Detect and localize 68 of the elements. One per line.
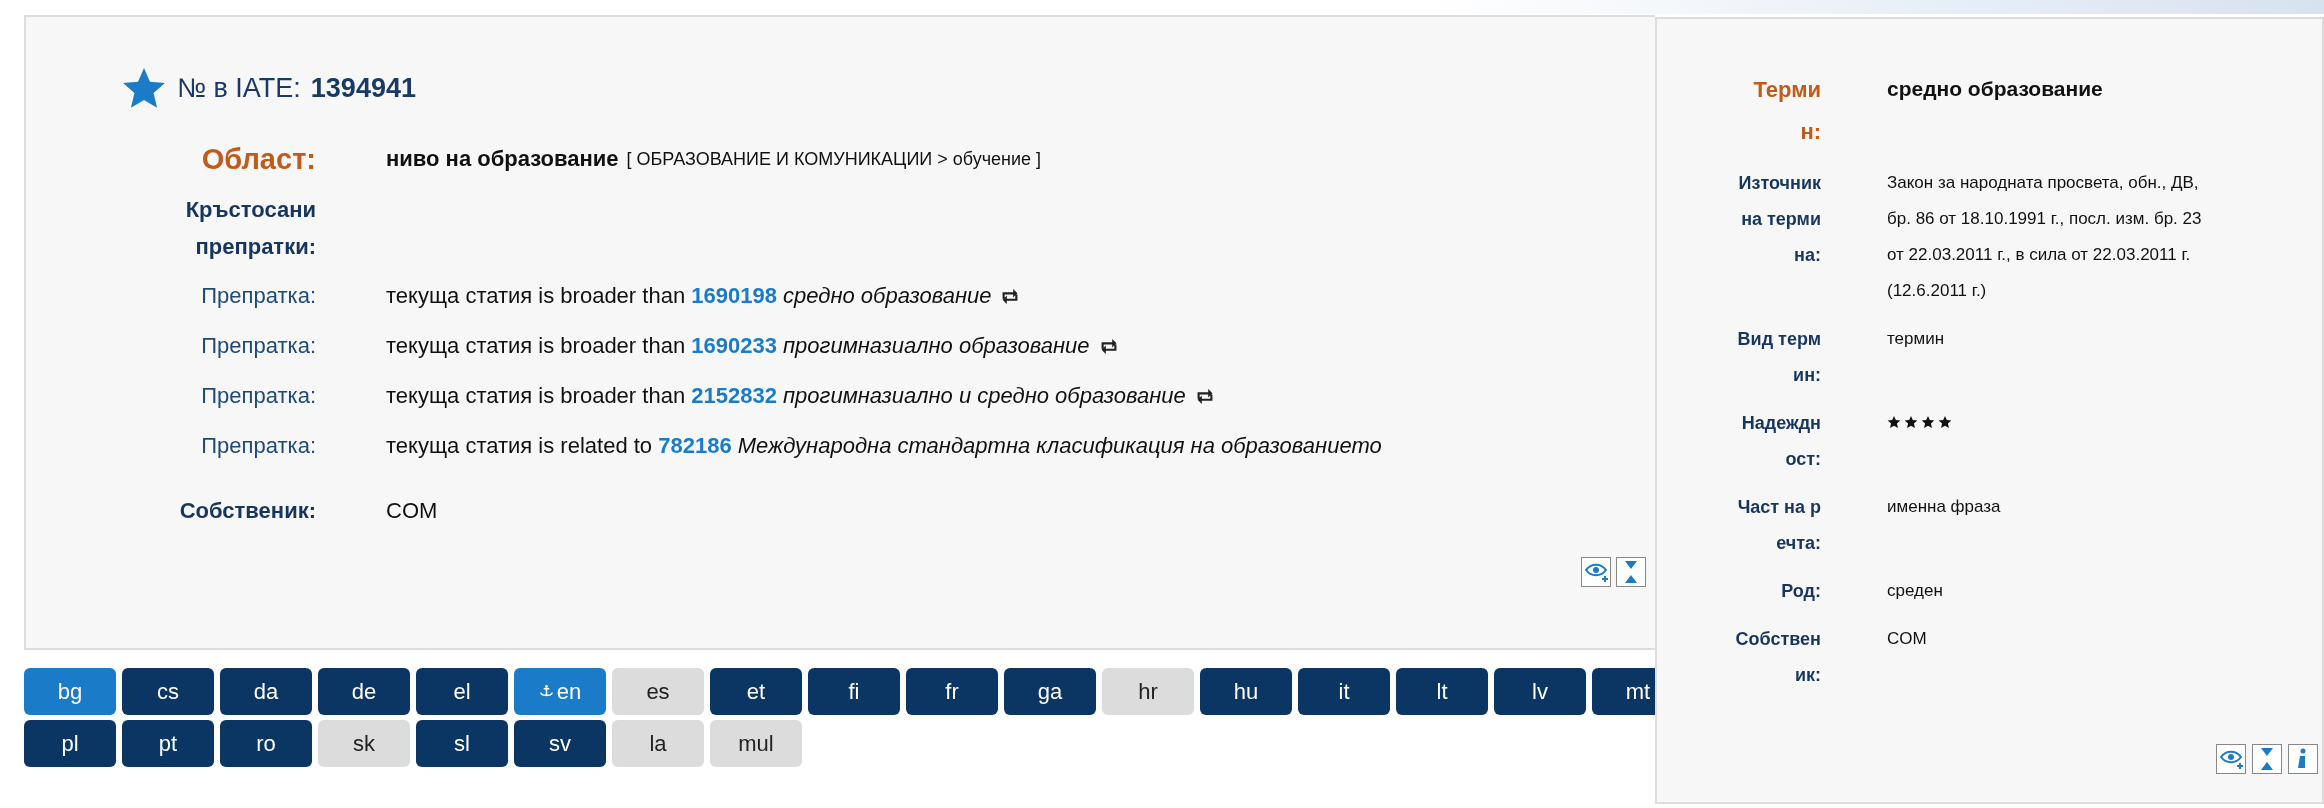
reference-label: Препратка: <box>200 382 316 410</box>
view-icon[interactable] <box>2216 744 2246 774</box>
language-tab[interactable]: sk <box>318 720 410 767</box>
language-tab[interactable]: da <box>220 668 312 715</box>
language-tab[interactable]: hr <box>1102 668 1194 715</box>
term-value: средно образование <box>1887 76 2104 102</box>
field-label: Собственик: <box>1734 628 1821 687</box>
cross-references-label: Кръстосани препратки: <box>184 196 316 261</box>
language-tab[interactable]: el <box>416 668 508 715</box>
language-tab[interactable]: fi <box>808 668 900 715</box>
owner-value: COM <box>386 498 438 524</box>
language-tab[interactable]: la <box>612 720 704 767</box>
language-tab[interactable]: pt <box>122 720 214 767</box>
reference-text: текуща статия is related to 782186 Международна стандартна класификация на образованието <box>386 433 1382 459</box>
entry-link[interactable]: 1690233 <box>691 333 777 358</box>
reference-text: текуща статия is broader than 1690198 средно образование <box>386 283 992 309</box>
language-tab[interactable]: sl <box>416 720 508 767</box>
field-label: Термин: <box>1752 76 1821 146</box>
field-label: Надеждност: <box>1740 412 1821 471</box>
language-tab[interactable]: fr <box>906 668 998 715</box>
domain-name: ниво на образование <box>386 146 619 172</box>
owner-label: Собственик: <box>178 497 316 525</box>
star-icon <box>1938 415 1952 429</box>
language-tab[interactable]: bg <box>24 668 116 715</box>
language-tab[interactable]: ro <box>220 720 312 767</box>
info-icon[interactable] <box>2288 744 2318 774</box>
iate-number-label: № в IATE: <box>177 72 301 104</box>
star-icon <box>1904 415 1918 429</box>
field-label: Част на речта: <box>1736 496 1821 555</box>
language-tab[interactable]: lt <box>1396 668 1488 715</box>
language-tab[interactable]: pl <box>24 720 116 767</box>
reference-label: Препратка: <box>200 432 316 460</box>
language-tab[interactable]: it <box>1298 668 1390 715</box>
star-icon <box>1887 415 1901 429</box>
collapse-icon[interactable] <box>2252 744 2282 774</box>
star-icon <box>1921 415 1935 429</box>
domain-path: [ ОБРАЗОВАНИЕ И КОМУНИКАЦИИ > обучение ] <box>626 148 1042 170</box>
domain-label: Област: <box>200 142 316 177</box>
iate-number: 1394941 <box>310 72 416 104</box>
language-tab[interactable]: lv <box>1494 668 1586 715</box>
field-value: термин <box>1887 328 1946 350</box>
field-label: Източник на термина: <box>1737 172 1821 267</box>
entry-link[interactable]: 2152832 <box>691 383 777 408</box>
language-tab[interactable]: sv <box>514 720 606 767</box>
reference-text: текуща статия is broader than 1690233 прогимназиално образование <box>386 333 1090 359</box>
field-label: Род: <box>1780 580 1821 603</box>
collapse-icon[interactable] <box>1616 557 1646 587</box>
language-tab[interactable]: en <box>514 668 606 715</box>
reference-label: Препратка: <box>200 282 316 310</box>
field-value: именна фраза <box>1887 496 2002 518</box>
field-value: COM <box>1887 628 1928 650</box>
reference-label: Препратка: <box>200 332 316 360</box>
entry-link[interactable]: 1690198 <box>691 283 777 308</box>
language-tab[interactable]: ga <box>1004 668 1096 715</box>
language-tab[interactable]: hu <box>1200 668 1292 715</box>
language-tab[interactable]: es <box>612 668 704 715</box>
reference-text: текуща статия is broader than 2152832 прогимназиално и средно образование <box>386 383 1186 409</box>
anchor-icon <box>538 684 554 699</box>
field-label: Вид термин: <box>1736 328 1821 387</box>
language-tab[interactable]: mul <box>710 720 802 767</box>
language-tab[interactable]: cs <box>122 668 214 715</box>
field-value: Закон за народната просвета, обн., ДВ, бр. 86 от 18.10.1991 г., посл. изм. бр. 23 от 22.03.2011 г., в сила от 22.03.2011 г. (12.6.2011 г.) <box>1887 172 2202 302</box>
field-value: среден <box>1887 580 1944 602</box>
entry-link[interactable]: 782186 <box>658 433 732 458</box>
language-tab[interactable]: mt <box>1592 668 1655 715</box>
view-icon[interactable] <box>1581 557 1611 587</box>
language-tab[interactable]: de <box>318 668 410 715</box>
language-tab[interactable]: et <box>710 668 802 715</box>
